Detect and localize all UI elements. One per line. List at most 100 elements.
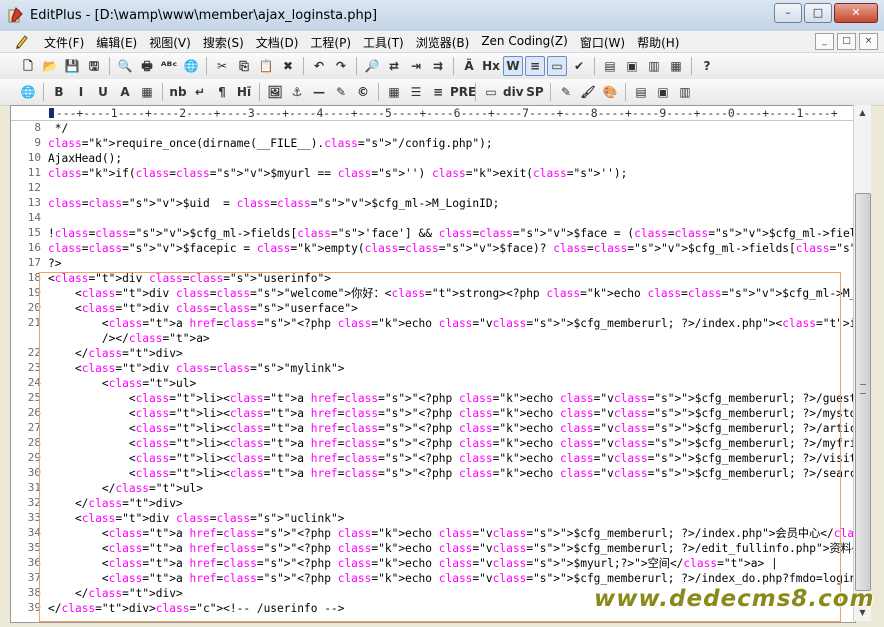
code-line[interactable]: <class="t">div class=class="s">"uclink">: [48, 511, 344, 526]
tool2-icon[interactable]: ▣: [622, 56, 642, 76]
code-line[interactable]: ?>: [48, 256, 61, 271]
print-preview-icon[interactable]: 🔍: [115, 56, 135, 76]
code-line[interactable]: <class="t">a href=class="s">"<?php class…: [48, 541, 855, 556]
code-line[interactable]: </class="t">div>: [48, 496, 183, 511]
view2-icon[interactable]: ▣: [653, 82, 673, 102]
delete-icon[interactable]: ✖: [278, 56, 298, 76]
palette-icon[interactable]: 🎨: [600, 82, 620, 102]
replace-icon[interactable]: ⇄: [384, 56, 404, 76]
br-icon[interactable]: ↵: [190, 82, 210, 102]
menu-item[interactable]: 窗口(W): [574, 34, 631, 51]
document-pen-icon[interactable]: [14, 33, 30, 49]
help-icon[interactable]: ?: [697, 56, 717, 76]
code-line[interactable]: !class=class="s">"v">$cfg_ml->fields[cla…: [48, 226, 855, 241]
code-line[interactable]: <class="t">div class=class="s">"mylink">: [48, 361, 344, 376]
minimize-button[interactable]: –: [774, 3, 802, 23]
maximize-button[interactable]: □: [804, 3, 832, 23]
code-line[interactable]: <class="t">li><class="t">a href=class="s…: [48, 391, 855, 406]
code-line[interactable]: class="k">require_once(dirname(__FILE__)…: [48, 136, 493, 151]
center-icon[interactable]: ≡: [428, 82, 448, 102]
span-icon[interactable]: SP: [525, 82, 545, 102]
menu-item[interactable]: 视图(V): [143, 34, 197, 51]
word-wrap-icon[interactable]: W: [503, 56, 523, 76]
menu-item[interactable]: 工具(T): [357, 34, 410, 51]
code-line[interactable]: </class="t">div>class="c"><!-- /userinfo…: [48, 601, 344, 616]
brush-icon[interactable]: 🖌: [578, 82, 598, 102]
color-grid-icon[interactable]: ▦: [137, 82, 157, 102]
pre-icon[interactable]: PRE: [450, 82, 476, 102]
code-line[interactable]: <class="t">li><class="t">a href=class="s…: [48, 421, 855, 436]
mdi-minimize-button[interactable]: _: [815, 33, 834, 50]
editplus-app-icon[interactable]: [7, 7, 23, 23]
code-line[interactable]: <class="t">a href=class="s">"<?php class…: [48, 316, 855, 331]
bold-icon[interactable]: B: [49, 82, 69, 102]
code-line[interactable]: <class="t">li><class="t">a href=class="s…: [48, 436, 855, 451]
hex-icon[interactable]: Hx: [481, 56, 501, 76]
menu-item[interactable]: 编辑(E): [90, 34, 143, 51]
paste-icon[interactable]: 📋: [256, 56, 276, 76]
code-line[interactable]: <class="t">li><class="t">a href=class="s…: [48, 406, 855, 421]
tool1-icon[interactable]: ▤: [600, 56, 620, 76]
copyright-icon[interactable]: ©: [353, 82, 373, 102]
code-line[interactable]: <class="t">div class=class="s">"welcome"…: [48, 286, 855, 301]
list-icon[interactable]: ☰: [406, 82, 426, 102]
code-line[interactable]: <class="t">li><class="t">a href=class="s…: [48, 451, 855, 466]
image-icon[interactable]: 🖼: [265, 82, 285, 102]
menu-item[interactable]: 搜索(S): [197, 34, 250, 51]
column-select-icon[interactable]: ▭: [547, 56, 567, 76]
div-icon[interactable]: div: [503, 82, 524, 102]
undo-icon[interactable]: ↶: [309, 56, 329, 76]
menu-item[interactable]: 帮助(H): [631, 34, 685, 51]
browser-icon[interactable]: 🌐: [181, 56, 201, 76]
form-icon[interactable]: ▭: [481, 82, 501, 102]
code-line[interactable]: </class="t">div>: [48, 346, 183, 361]
comment-icon[interactable]: ✎: [331, 82, 351, 102]
anchor-icon[interactable]: ⚓: [287, 82, 307, 102]
code-line[interactable]: <class="t">ul>: [48, 376, 196, 391]
code-line[interactable]: class=class="s">"v">$uid = class=class="…: [48, 196, 499, 211]
view1-icon[interactable]: ▤: [631, 82, 651, 102]
code-line[interactable]: <class="t">a href=class="s">"<?php class…: [48, 526, 855, 541]
code-line[interactable]: <class="t">div class=class="s">"userface…: [48, 301, 358, 316]
code-line[interactable]: class=class="s">"v">$facepic = class="k"…: [48, 241, 855, 256]
code-line[interactable]: <class="t">li><class="t">a href=class="s…: [48, 466, 855, 481]
font-color-icon[interactable]: A: [115, 82, 135, 102]
redo-icon[interactable]: ↷: [331, 56, 351, 76]
indent-icon[interactable]: ⇉: [428, 56, 448, 76]
code-line[interactable]: */: [48, 121, 68, 136]
close-button[interactable]: ✕: [834, 3, 878, 23]
hr-icon[interactable]: —: [309, 82, 329, 102]
tool3-icon[interactable]: ▥: [644, 56, 664, 76]
underline-icon[interactable]: U: [93, 82, 113, 102]
scroll-up-arrow-icon[interactable]: ▲: [854, 105, 871, 121]
code-line[interactable]: /></class="t">a>: [48, 331, 210, 346]
open-icon[interactable]: 📂: [40, 56, 60, 76]
save-icon[interactable]: 💾: [62, 56, 82, 76]
code-text-area[interactable]: */class="k">require_once(dirname(__FILE_…: [48, 121, 855, 622]
code-editor[interactable]: ----+----1----+----2----+----3----+----4…: [10, 105, 856, 623]
mdi-close-button[interactable]: ×: [859, 33, 878, 50]
goto-icon[interactable]: ⇥: [406, 56, 426, 76]
table-icon[interactable]: ▦: [384, 82, 404, 102]
code-line[interactable]: </class="t">div>: [48, 586, 183, 601]
check-icon[interactable]: ✔: [569, 56, 589, 76]
scroll-thumb[interactable]: [855, 193, 871, 591]
code-line[interactable]: </class="t">ul>: [48, 481, 203, 496]
line-number-icon[interactable]: ≡: [525, 56, 545, 76]
view3-icon[interactable]: ▥: [675, 82, 695, 102]
copy-icon[interactable]: ⎘: [234, 56, 254, 76]
find-icon[interactable]: 🔎: [362, 56, 382, 76]
cut-icon[interactable]: ✂: [212, 56, 232, 76]
menu-item[interactable]: 工程(P): [304, 34, 357, 51]
code-line[interactable]: <class="t">div class=class="s">"userinfo…: [48, 271, 331, 286]
code-line[interactable]: <class="t">a href=class="s">"<?php class…: [48, 571, 855, 586]
code-line[interactable]: class="k">if(class=class="s">"v">$myurl …: [48, 166, 627, 181]
font-icon[interactable]: Ä: [459, 56, 479, 76]
tool4-icon[interactable]: ▦: [666, 56, 686, 76]
new-file-icon[interactable]: 🗋: [18, 56, 38, 76]
mdi-restore-button[interactable]: □: [837, 33, 856, 50]
print-icon[interactable]: 🖶: [137, 56, 157, 76]
edit-icon[interactable]: ✎: [556, 82, 576, 102]
save-all-icon[interactable]: 🖫: [84, 56, 104, 76]
vertical-scrollbar[interactable]: ▲ ▼: [853, 105, 871, 621]
